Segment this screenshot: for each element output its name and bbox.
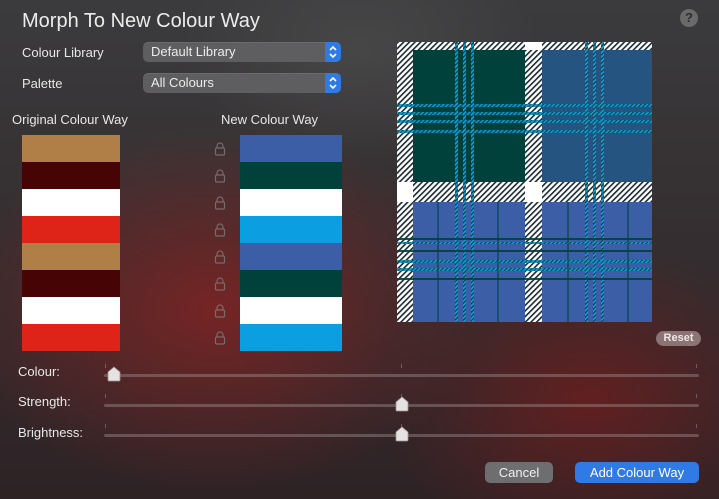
slider-knob[interactable] — [107, 366, 121, 382]
slider-label: Colour: — [18, 364, 60, 379]
colour-library-label: Colour Library — [22, 45, 104, 60]
original-swatch — [22, 135, 120, 162]
new-swatch[interactable] — [240, 216, 342, 243]
new-swatch[interactable] — [240, 135, 342, 162]
new-swatch[interactable] — [240, 297, 342, 324]
new-swatch[interactable] — [240, 243, 342, 270]
slider-knob[interactable] — [395, 396, 409, 412]
slider-tick — [105, 394, 106, 398]
lock-icon[interactable] — [213, 330, 227, 346]
original-colour-way-heading: Original Colour Way — [12, 112, 128, 127]
colour-library-select[interactable]: Default Library — [143, 42, 341, 62]
lock-icon[interactable] — [213, 249, 227, 265]
lock-icon[interactable] — [213, 168, 227, 184]
chevron-updown-icon — [325, 73, 341, 93]
slider-label: Brightness: — [18, 425, 84, 440]
tartan-preview — [397, 42, 652, 322]
lock-icon[interactable] — [213, 195, 227, 211]
palette-select[interactable]: All Colours — [143, 73, 341, 93]
lock-icon[interactable] — [213, 141, 227, 157]
palette-value: All Colours — [151, 75, 214, 90]
new-colour-way-heading: New Colour Way — [221, 112, 319, 127]
colour-library-value: Default Library — [151, 44, 236, 59]
lock-icon[interactable] — [213, 303, 227, 319]
slider-tick — [105, 424, 106, 428]
slider-tick — [105, 364, 106, 368]
slider-knob[interactable] — [395, 426, 409, 442]
slider-label: Strength: — [18, 394, 71, 409]
slider-tick — [401, 364, 402, 368]
slider-tick — [696, 394, 697, 398]
chevron-updown-icon — [325, 42, 341, 62]
tartan-preview-image — [397, 42, 652, 322]
add-colour-way-button[interactable]: Add Colour Way — [575, 462, 699, 483]
slider-track[interactable] — [104, 374, 699, 377]
dialog-title: Morph To New Colour Way — [22, 10, 260, 32]
lock-icon[interactable] — [213, 222, 227, 238]
original-swatch — [22, 324, 120, 351]
new-swatch[interactable] — [240, 162, 342, 189]
slider-tick — [696, 364, 697, 368]
original-swatch — [22, 189, 120, 216]
original-swatch — [22, 243, 120, 270]
original-swatch — [22, 216, 120, 243]
new-swatch[interactable] — [240, 189, 342, 216]
reset-button[interactable]: Reset — [656, 331, 701, 346]
new-swatch[interactable] — [240, 324, 342, 351]
original-swatch — [22, 162, 120, 189]
original-swatch — [22, 297, 120, 324]
lock-icon[interactable] — [213, 276, 227, 292]
original-swatch — [22, 270, 120, 297]
help-icon[interactable]: ? — [680, 9, 698, 27]
slider-tick — [696, 424, 697, 428]
new-swatch[interactable] — [240, 270, 342, 297]
cancel-button[interactable]: Cancel — [485, 462, 553, 483]
palette-label: Palette — [22, 76, 63, 91]
